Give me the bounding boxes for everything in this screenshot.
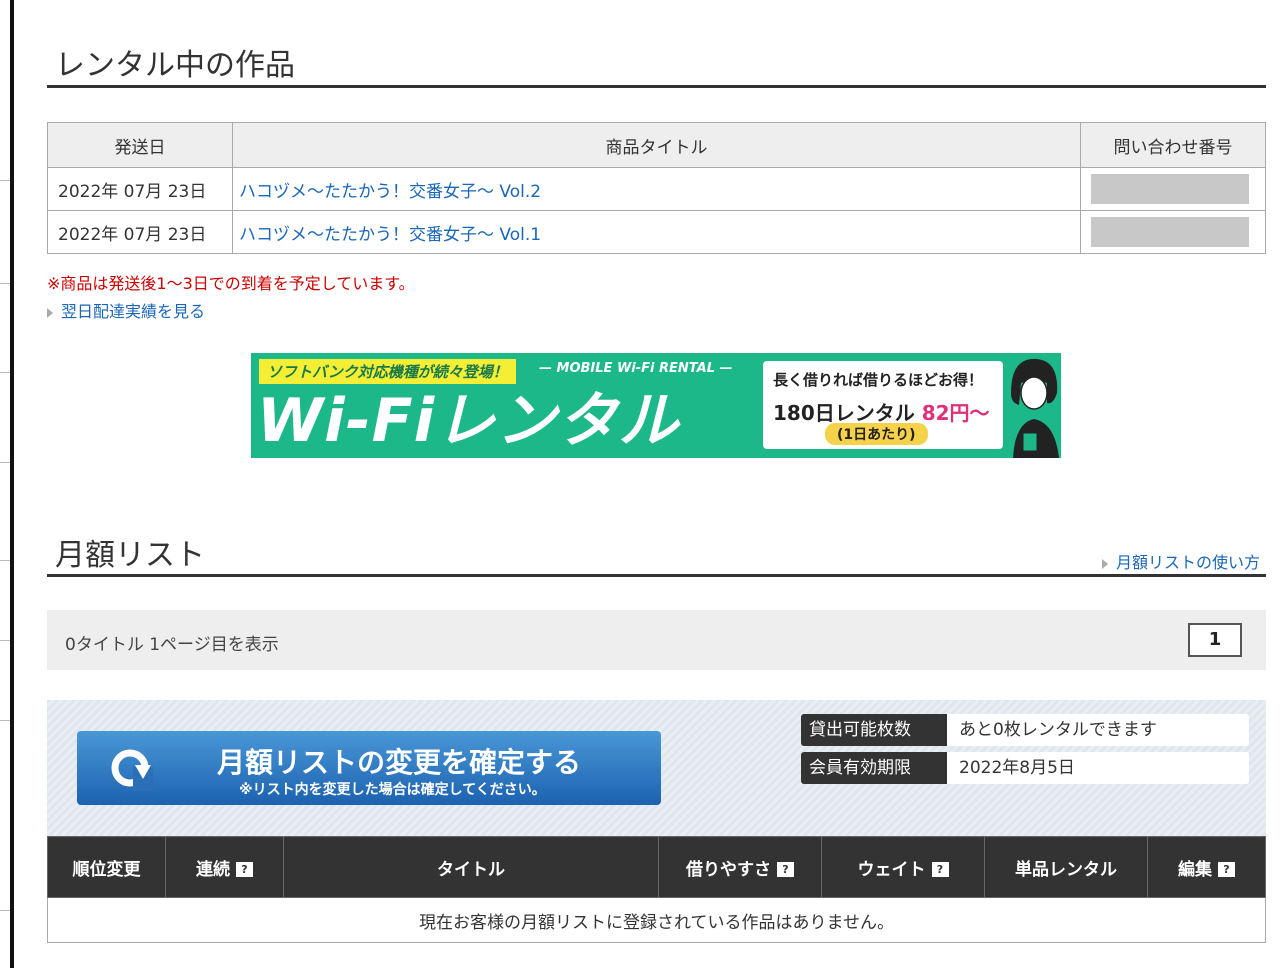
rental-table-header-row: 発送日 商品タイトル 問い合わせ番号 (47, 122, 1266, 168)
help-icon[interactable]: ? (1218, 862, 1235, 877)
col-series-label: 連続 (196, 859, 230, 880)
rental-available-label: 貸出可能枚数 (801, 714, 947, 746)
monthly-header: 月額リスト (47, 530, 1266, 574)
confirm-list-changes-button[interactable]: 月額リストの変更を確定する ※リスト内を変更した場合は確定してください。 (77, 731, 661, 805)
left-rail (0, 0, 14, 968)
page-number-button[interactable]: 1 (1188, 623, 1242, 657)
col-availability-label: 借りやすさ (686, 859, 771, 880)
membership-expiry-value: 2022年8月5日 (959, 758, 1075, 778)
refresh-icon (111, 749, 153, 791)
rail-divider (0, 180, 10, 181)
rail-divider (0, 560, 10, 561)
col-rank-change: 順位変更 (47, 836, 166, 898)
banner-line3: (1日あたり) (825, 423, 928, 445)
ship-date: 2022年 07月 23日 (47, 210, 233, 254)
delivery-note: ※商品は発送後1〜3日での到着を予定しています。 (47, 274, 415, 293)
product-title-link[interactable]: ハコヅメ〜たたかう！交番女子〜 Vol.1 (239, 225, 541, 245)
membership-expiry-label: 会員有効期限 (801, 752, 947, 784)
confirm-button-title: 月額リストの変更を確定する (217, 746, 582, 779)
wifi-rental-banner[interactable]: ソフトバンク対応機種が続々登場！ — MOBILE Wi-Fi RENTAL —… (251, 353, 1061, 458)
rail-divider (0, 462, 10, 463)
banner-subtitle: — MOBILE Wi-Fi RENTAL — (539, 361, 733, 376)
product-title-link[interactable]: ハコヅメ〜たたかう！交番女子〜 Vol.2 (239, 182, 541, 202)
rail-divider (0, 372, 10, 373)
col-weight-label: ウェイト (857, 859, 926, 880)
monthly-list-table: 順位変更 連続? タイトル 借りやすさ? ウェイト? 単品レンタル 編集? 現在… (47, 836, 1266, 943)
rental-section-title: レンタル中の作品 (55, 48, 295, 83)
col-availability: 借りやすさ? (658, 836, 822, 898)
banner-tag: ソフトバンク対応機種が続々登場！ (259, 359, 516, 384)
triangle-right-icon (1101, 558, 1108, 569)
col-edit: 編集? (1147, 836, 1266, 898)
col-weight: ウェイト? (821, 836, 985, 898)
rail-divider (0, 910, 10, 911)
howto-link-label: 月額リストの使い方 (1115, 553, 1260, 572)
next-day-link-label: 翌日配達実績を見る (61, 302, 206, 321)
col-inquiry-number: 問い合わせ番号 (1080, 122, 1266, 168)
ship-date: 2022年 07月 23日 (47, 167, 233, 211)
banner-price-card: 長く借りれば借りるほどお得！ 180日レンタル 82円〜 (1日あたり) (763, 361, 1003, 449)
monthly-section-title: 月額リスト (55, 538, 205, 573)
triangle-right-icon (47, 307, 53, 318)
section-divider (47, 85, 1266, 88)
banner-duration: 180日レンタル (773, 401, 915, 425)
rental-table: 発送日 商品タイトル 問い合わせ番号 2022年 07月 23日 ハコヅメ〜たた… (47, 122, 1266, 254)
empty-list-message: 現在お客様の月額リストに登録されている作品はありません。 (47, 897, 1266, 943)
rail-divider (0, 283, 10, 284)
col-series: 連続? (165, 836, 284, 898)
rail-divider (0, 640, 10, 641)
banner-line1: 長く借りれば借りるほどお得！ (773, 371, 984, 389)
banner-price: 82円〜 (921, 401, 990, 425)
rental-available-row: 貸出可能枚数 あと0枚レンタルできます (801, 714, 1249, 746)
banner-line2: 180日レンタル 82円〜 (773, 397, 990, 426)
rental-header: レンタル中の作品 (47, 40, 1266, 84)
help-icon[interactable]: ? (236, 862, 253, 877)
col-product-title: 商品タイトル (232, 122, 1081, 168)
table-row: 現在お客様の月額リストに登録されている作品はありません。 (47, 897, 1266, 943)
col-ship-date: 発送日 (47, 122, 233, 168)
monthly-howto-link[interactable]: 月額リストの使い方 (1101, 549, 1260, 573)
table-row: 2022年 07月 23日 ハコヅメ〜たたかう！交番女子〜 Vol.2 (47, 167, 1266, 211)
col-title: タイトル (283, 836, 659, 898)
col-edit-label: 編集 (1178, 859, 1212, 880)
col-single-rental: 単品レンタル (984, 836, 1148, 898)
confirm-button-subtitle: ※リスト内を変更した場合は確定してください。 (239, 782, 546, 798)
redacted-inquiry-number (1091, 217, 1249, 247)
membership-expiry-row: 会員有効期限 2022年8月5日 (801, 752, 1249, 784)
help-icon[interactable]: ? (931, 862, 949, 877)
table-row: 2022年 07月 23日 ハコヅメ〜たたかう！交番女子〜 Vol.1 (47, 210, 1266, 254)
help-icon[interactable]: ? (777, 862, 794, 877)
rail-divider (0, 720, 10, 721)
pager-bar: 0タイトル 1ページ目を表示 1 (47, 610, 1266, 670)
banner-headline: Wi-Fiレンタル (257, 386, 680, 456)
person-illustration-icon (1003, 353, 1061, 458)
redacted-inquiry-number (1091, 174, 1249, 204)
section-divider (47, 574, 1266, 577)
monthly-list-panel: 月額リストの変更を確定する ※リスト内を変更した場合は確定してください。 貸出可… (47, 700, 1266, 836)
next-day-delivery-link[interactable]: 翌日配達実績を見る (47, 298, 205, 322)
monthly-table-header-row: 順位変更 連続? タイトル 借りやすさ? ウェイト? 単品レンタル 編集? (47, 836, 1266, 898)
pager-info: 0タイトル 1ページ目を表示 (65, 635, 279, 655)
rental-available-value: あと0枚レンタルできます (959, 720, 1157, 740)
